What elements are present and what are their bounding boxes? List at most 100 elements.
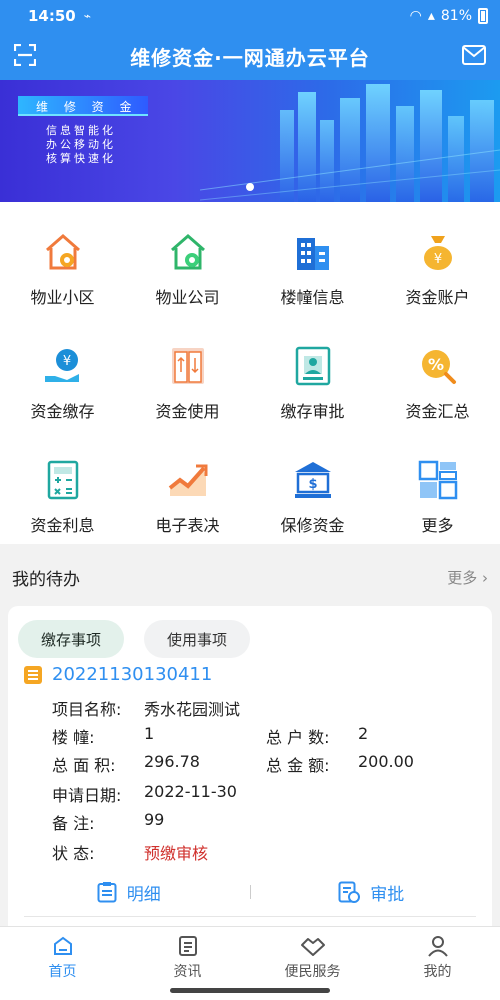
menu-item-label: 缴存审批 <box>280 402 345 421</box>
field-value: 99 <box>144 810 165 829</box>
trend-chart-icon <box>168 464 207 496</box>
menu-item-building-info[interactable]: 楼幢信息 <box>250 202 375 316</box>
document-icon <box>24 665 42 684</box>
battery-percent: 81% <box>440 8 472 24</box>
approve-button-label: 审批 <box>370 884 405 905</box>
banner-heading: 维 修 资 金 <box>36 100 138 114</box>
hand-coin-icon: ¥ <box>44 349 79 382</box>
tab-deposit-items[interactable]: 缴存事项 <box>18 620 124 658</box>
field-value: 2 <box>358 724 369 743</box>
menu-item-fund-interest[interactable]: 资金利息 <box>0 430 125 544</box>
menu-item-fund-usage[interactable]: 资金使用 <box>125 316 250 430</box>
field-label: 申请日期: <box>52 786 122 805</box>
menu-item-e-voting[interactable]: 电子表决 <box>125 430 250 544</box>
card-divider <box>24 916 476 917</box>
approve-doc-icon <box>338 881 361 903</box>
header: 维修资金·一网通办云平台 <box>0 32 500 80</box>
todo-title: 我的待办 <box>12 569 80 590</box>
home-icon <box>53 936 72 955</box>
nav-label: 首页 <box>48 964 77 980</box>
todo-header: 我的待办 更多 › <box>0 555 500 599</box>
menu-item-fund-summary[interactable]: % 资金汇总 <box>375 316 500 430</box>
field-label: 项目名称: <box>52 700 122 719</box>
banner-line: 办公移动化 <box>46 138 116 151</box>
field-row-remark: 备 注: 99 <box>52 810 164 834</box>
approve-button[interactable]: 审批 <box>251 880 493 905</box>
nav-mine[interactable]: 我的 <box>375 927 500 1000</box>
field-value: 2022-11-30 <box>144 782 237 801</box>
status-right: ◠ ▴ 81% <box>410 8 488 24</box>
nav-home[interactable]: 首页 <box>0 927 125 1000</box>
status-value: 预缴审核 <box>144 844 209 863</box>
menu-item-label: 资金利息 <box>30 516 95 535</box>
building-icon <box>296 238 329 270</box>
field-value: 200.00 <box>358 752 414 771</box>
news-icon <box>178 936 197 956</box>
status-time: 14:50 <box>28 7 76 25</box>
nav-label: 我的 <box>423 964 452 980</box>
clipboard-icon <box>97 882 117 903</box>
tab-usage-items[interactable]: 使用事项 <box>144 620 250 658</box>
function-grid: 物业小区 物业公司 楼幢信息 ¥ 资金账户 ¥ 资金缴存 资金使用 缴存审批 %… <box>0 202 500 544</box>
menu-item-label: 资金使用 <box>155 402 220 421</box>
todo-more-label: 更多 <box>447 568 478 587</box>
todo-item-code[interactable]: 20221130130411 <box>52 664 212 685</box>
field-row-area: 总 面 积: 296.78 总 金 额: 200.00 <box>52 752 472 776</box>
field-row-project: 项目名称: 秀水花园测试 <box>52 696 240 720</box>
handshake-icon <box>300 938 325 956</box>
detail-button[interactable]: 明细 <box>8 880 250 905</box>
field-value: 296.78 <box>144 752 200 771</box>
menu-item-deposit-approval[interactable]: 缴存审批 <box>250 316 375 430</box>
signal-icon: ▴ <box>427 8 435 24</box>
percent-search-icon: % <box>421 350 456 384</box>
field-value: 1 <box>144 724 155 743</box>
field-label: 备 注: <box>52 814 95 833</box>
nav-label: 便民服务 <box>284 964 341 980</box>
banner-pager-dot[interactable] <box>246 183 254 191</box>
field-label: 总 户 数: <box>266 728 330 747</box>
menu-item-property-community[interactable]: 物业小区 <box>0 202 125 316</box>
menu-item-fund-account[interactable]: ¥ 资金账户 <box>375 202 500 316</box>
city-skyline-illustration <box>200 84 500 202</box>
banner-line: 核算快速化 <box>46 152 116 165</box>
todo-item-code-row[interactable]: 20221130130411 <box>24 664 212 685</box>
mail-icon[interactable] <box>462 45 486 65</box>
svg-text:%: % <box>427 355 443 374</box>
gesture-home-bar[interactable] <box>170 988 330 993</box>
menu-item-label: 资金汇总 <box>405 402 470 421</box>
menu-item-label: 更多 <box>421 516 454 535</box>
field-row-date: 申请日期: 2022-11-30 <box>52 782 237 806</box>
battery-icon <box>478 8 488 24</box>
todo-actions: 明细 审批 <box>8 870 492 914</box>
detail-button-label: 明细 <box>126 884 161 905</box>
banner-lines: 信息智能化 办公移动化 核算快速化 <box>46 124 116 166</box>
scan-icon[interactable] <box>14 44 36 66</box>
status-bar: 14:50 ⌁ ◠ ▴ 81% <box>0 0 500 32</box>
field-label: 总 面 积: <box>52 756 116 775</box>
field-label: 楼 幢: <box>52 728 95 747</box>
todo-tabs: 缴存事项 使用事项 <box>18 620 250 658</box>
user-icon <box>427 936 448 957</box>
banner-heading-bar: 维 修 资 金 <box>18 96 148 116</box>
menu-item-fund-deposit[interactable]: ¥ 资金缴存 <box>0 316 125 430</box>
menu-item-more[interactable]: 更多 <box>375 430 500 544</box>
menu-item-label: 楼幢信息 <box>280 288 345 307</box>
page-title: 维修资金·一网通办云平台 <box>130 45 370 70</box>
field-label: 总 金 额: <box>266 756 330 775</box>
field-value: 秀水花园测试 <box>144 700 241 719</box>
house-gear-orange-icon <box>45 234 80 270</box>
menu-item-property-company[interactable]: 物业公司 <box>125 202 250 316</box>
menu-item-label: 物业小区 <box>30 288 95 307</box>
banner-line: 信息智能化 <box>46 124 116 137</box>
banner[interactable]: 维 修 资 金 信息智能化 办公移动化 核算快速化 <box>0 80 500 202</box>
svg-text:¥: ¥ <box>62 354 70 369</box>
todo-card: 缴存事项 使用事项 20221130130411 项目名称: 秀水花园测试 楼 … <box>8 606 492 936</box>
field-label: 状 态: <box>52 844 95 863</box>
menu-item-warranty-fund[interactable]: $ 保修资金 <box>250 430 375 544</box>
todo-more-link[interactable]: 更多 › <box>447 567 488 588</box>
menu-item-label: 电子表决 <box>155 516 220 535</box>
chevron-right-icon: › <box>482 568 488 587</box>
top-bar: 14:50 ⌁ ◠ ▴ 81% 维修资金·一网通办云平台 <box>0 0 500 80</box>
nav-label: 资讯 <box>173 964 202 980</box>
svg-text:$: $ <box>308 477 317 492</box>
